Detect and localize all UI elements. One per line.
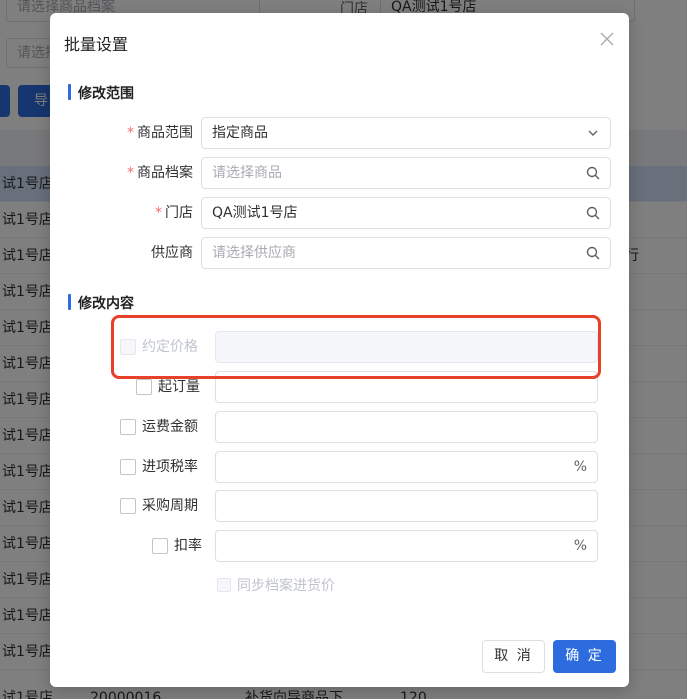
store-label-wrap: * 门店 xyxy=(155,197,193,229)
row-product-scope: * 商品范围 指定商品 xyxy=(50,117,629,149)
percent-unit: % xyxy=(573,459,587,475)
store-label: 门店 xyxy=(165,205,193,221)
search-icon[interactable] xyxy=(586,206,600,220)
row-supplier: 供应商 请选择供应商 xyxy=(50,237,629,269)
product-file-label: 商品档案 xyxy=(137,165,193,181)
supplier-input[interactable]: 请选择供应商 xyxy=(201,237,611,269)
freight-label: 运费金额 xyxy=(142,419,198,435)
cancel-button[interactable]: 取 消 xyxy=(482,640,545,673)
supplier-label: 供应商 xyxy=(151,245,193,261)
sync-price-label: 同步档案进货价 xyxy=(237,578,335,594)
row-store: * 门店 QA测试1号店 xyxy=(50,197,629,229)
input-tax-input[interactable]: % xyxy=(215,451,598,483)
discount-checkbox[interactable]: 扣率 xyxy=(152,530,202,562)
discount-input[interactable]: % xyxy=(215,530,598,562)
checkbox-box xyxy=(120,498,136,514)
close-icon[interactable] xyxy=(599,31,615,47)
checkbox-box xyxy=(136,379,152,395)
highlight-annotation xyxy=(111,315,601,379)
freight-input[interactable] xyxy=(215,411,598,443)
required-mark: * xyxy=(155,205,162,221)
input-tax-label: 进项税率 xyxy=(142,459,198,475)
confirm-button[interactable]: 确 定 xyxy=(553,640,616,673)
product-file-label-wrap: * 商品档案 xyxy=(127,157,193,189)
purchase-cycle-checkbox[interactable]: 采购周期 xyxy=(120,490,198,522)
supplier-placeholder: 请选择供应商 xyxy=(212,245,296,261)
required-mark: * xyxy=(127,165,134,181)
section-title-content: 修改内容 xyxy=(68,293,134,313)
product-scope-select[interactable]: 指定商品 xyxy=(201,117,611,149)
product-scope-label: 商品范围 xyxy=(137,125,193,141)
row-purchase-cycle: 采购周期 xyxy=(50,490,629,522)
search-icon[interactable] xyxy=(586,166,600,180)
search-icon[interactable] xyxy=(586,246,600,260)
required-mark: * xyxy=(127,125,134,141)
freight-checkbox[interactable]: 运费金额 xyxy=(120,411,198,443)
row-input-tax: 进项税率 % xyxy=(50,451,629,483)
product-file-placeholder: 请选择商品 xyxy=(212,165,282,181)
discount-label: 扣率 xyxy=(174,538,202,554)
product-scope-label-wrap: * 商品范围 xyxy=(127,117,193,149)
sync-price-checkbox[interactable]: 同步档案进货价 xyxy=(217,575,335,595)
input-tax-checkbox[interactable]: 进项税率 xyxy=(120,451,198,483)
product-file-input[interactable]: 请选择商品 xyxy=(201,157,611,189)
chevron-down-icon xyxy=(588,130,598,136)
dialog-title: 批量设置 xyxy=(64,35,129,54)
product-scope-value: 指定商品 xyxy=(212,125,268,141)
percent-unit: % xyxy=(573,538,587,554)
row-discount: 扣率 % xyxy=(50,530,629,562)
checkbox-box xyxy=(120,419,136,435)
section-title-range: 修改范围 xyxy=(68,83,134,103)
store-value: QA测试1号店 xyxy=(212,205,298,221)
checkbox-box xyxy=(120,459,136,475)
store-input[interactable]: QA测试1号店 xyxy=(201,197,611,229)
row-product-file: * 商品档案 请选择商品 xyxy=(50,157,629,189)
checkbox-box xyxy=(217,578,231,592)
batch-settings-dialog: 批量设置 修改范围 * 商品范围 指定商品 * 商品档案 请选择商品 * 门店 QA测… xyxy=(50,13,629,687)
purchase-cycle-input[interactable] xyxy=(215,490,598,522)
row-freight: 运费金额 xyxy=(50,411,629,443)
supplier-label-wrap: 供应商 xyxy=(151,237,193,269)
checkbox-box xyxy=(152,538,168,554)
purchase-cycle-label: 采购周期 xyxy=(142,498,198,514)
